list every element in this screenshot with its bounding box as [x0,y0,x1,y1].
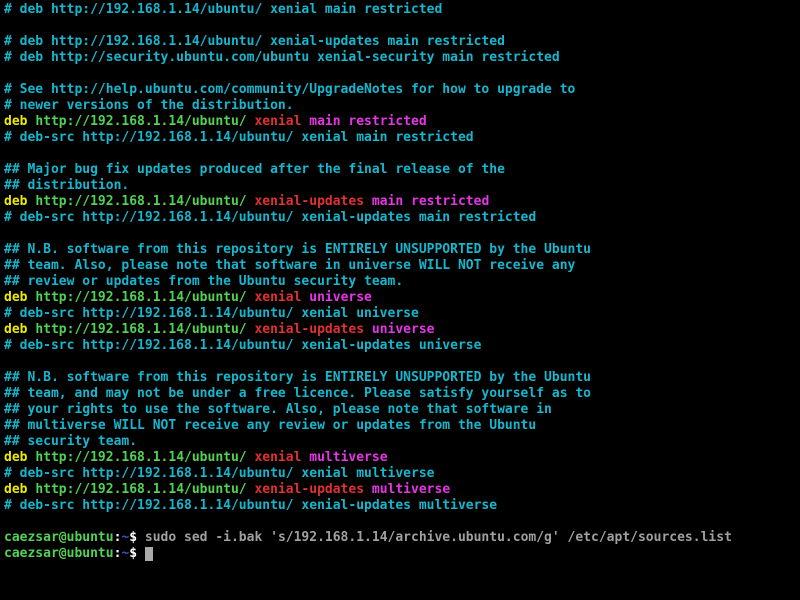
prompt-line[interactable]: caezsar@ubuntu:~$ sudo sed -i.bak 's/192… [4,530,732,545]
comp-main: main [309,114,340,129]
deb-line: deb http://192.168.1.14/ubuntu/ xenial u… [4,290,372,305]
comment-line: ## N.B. software from this repository is… [4,370,591,385]
comment-line: # deb-src http://192.168.1.14/ubuntu/ xe… [4,338,481,353]
comp-restricted: restricted [411,194,489,209]
comment-line: ## team. Also, please note that software… [4,258,575,273]
deb-token: deb [4,450,27,465]
repo-url: http://192.168.1.14/ubuntu/ [35,114,246,129]
comp-multiverse: multiverse [372,482,450,497]
prompt-dollar: $ [129,546,137,561]
comp-restricted: restricted [348,114,426,129]
comment-line: ## your rights to use the software. Also… [4,402,552,417]
dist-token: xenial-updates [254,194,364,209]
terminal-output[interactable]: # deb http://192.168.1.14/ubuntu/ xenial… [0,0,800,562]
deb-line: deb http://192.168.1.14/ubuntu/ xenial m… [4,114,427,129]
dist-token: xenial-updates [254,482,364,497]
prompt-user-host: caezsar@ubuntu [4,546,114,561]
comment-line: # deb-src http://192.168.1.14/ubuntu/ xe… [4,498,497,513]
comp-main: main [372,194,403,209]
command-text: sudo sed -i.bak 's/192.168.1.14/archive.… [145,530,732,545]
comment-line: # deb http://192.168.1.14/ubuntu/ xenial… [4,2,442,17]
prompt-line[interactable]: caezsar@ubuntu:~$ [4,546,153,561]
comment-line: # deb-src http://192.168.1.14/ubuntu/ xe… [4,130,474,145]
deb-token: deb [4,482,27,497]
dist-token: xenial-updates [254,322,364,337]
deb-token: deb [4,322,27,337]
comment-line: # deb-src http://192.168.1.14/ubuntu/ xe… [4,466,434,481]
deb-token: deb [4,194,27,209]
comment-line: # deb-src http://192.168.1.14/ubuntu/ xe… [4,306,419,321]
comment-line: ## team, and may not be under a free lic… [4,386,591,401]
prompt-dollar: $ [129,530,137,545]
repo-url: http://192.168.1.14/ubuntu/ [35,322,246,337]
deb-line: deb http://192.168.1.14/ubuntu/ xenial-u… [4,482,450,497]
repo-url: http://192.168.1.14/ubuntu/ [35,290,246,305]
comment-line: ## Major bug fix updates produced after … [4,162,505,177]
comp-universe: universe [309,290,372,305]
comment-line: # See http://help.ubuntu.com/community/U… [4,82,575,97]
deb-token: deb [4,114,27,129]
comp-universe: universe [372,322,435,337]
comment-line: ## security team. [4,434,137,449]
cursor-icon [145,547,153,561]
dist-token: xenial [254,450,301,465]
comment-line: # deb-src http://192.168.1.14/ubuntu/ xe… [4,210,536,225]
comment-line: # deb http://192.168.1.14/ubuntu/ xenial… [4,34,505,49]
comment-line: # deb http://security.ubuntu.com/ubuntu … [4,50,560,65]
deb-line: deb http://192.168.1.14/ubuntu/ xenial-u… [4,322,435,337]
comment-line: ## distribution. [4,178,129,193]
comment-line: # newer versions of the distribution. [4,98,294,113]
repo-url: http://192.168.1.14/ubuntu/ [35,482,246,497]
comment-line: ## review or updates from the Ubuntu sec… [4,274,403,289]
comp-multiverse: multiverse [309,450,387,465]
repo-url: http://192.168.1.14/ubuntu/ [35,194,246,209]
comment-line: ## N.B. software from this repository is… [4,242,591,257]
repo-url: http://192.168.1.14/ubuntu/ [35,450,246,465]
deb-line: deb http://192.168.1.14/ubuntu/ xenial-u… [4,194,489,209]
prompt-user-host: caezsar@ubuntu [4,530,114,545]
dist-token: xenial [254,290,301,305]
comment-line: ## multiverse WILL NOT receive any revie… [4,418,536,433]
deb-line: deb http://192.168.1.14/ubuntu/ xenial m… [4,450,388,465]
deb-token: deb [4,290,27,305]
dist-token: xenial [254,114,301,129]
